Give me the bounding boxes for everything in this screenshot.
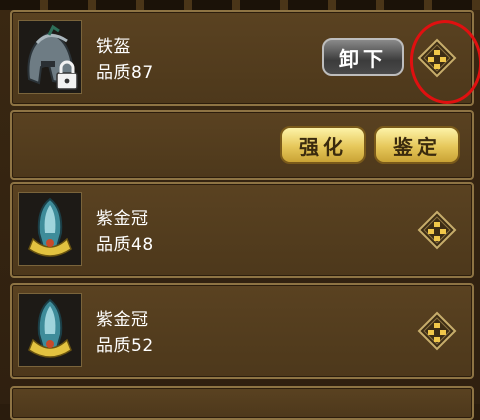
item-quality: 品质52	[96, 336, 154, 356]
item-name: 紫金冠	[96, 209, 149, 229]
inventory-item-row-partial[interactable]	[10, 386, 474, 420]
item-quality: 品质48	[96, 235, 154, 255]
identify-button[interactable]: 鉴定	[374, 126, 460, 164]
purple-gold-crown-icon	[18, 293, 82, 367]
action-bar: 强化 鉴定	[10, 110, 474, 180]
unequip-button[interactable]: 卸下	[322, 38, 404, 76]
item-quality: 品质87	[96, 63, 154, 83]
highlight-circle	[405, 16, 480, 108]
purple-gold-crown-icon	[18, 192, 82, 266]
iron-helmet-icon	[18, 20, 82, 94]
diamond-detail-icon[interactable]	[417, 210, 457, 250]
strengthen-button[interactable]: 强化	[280, 126, 366, 164]
equipped-item-row[interactable]: 铁盔 品质87 卸下	[10, 10, 480, 108]
item-name: 铁盔	[96, 37, 131, 57]
diamond-detail-icon[interactable]	[417, 311, 457, 351]
top-tab-strip	[0, 0, 480, 10]
inventory-item-row[interactable]: 紫金冠 品质52	[10, 283, 474, 379]
inventory-item-row[interactable]: 紫金冠 品质48	[10, 182, 474, 278]
item-name: 紫金冠	[96, 310, 149, 330]
